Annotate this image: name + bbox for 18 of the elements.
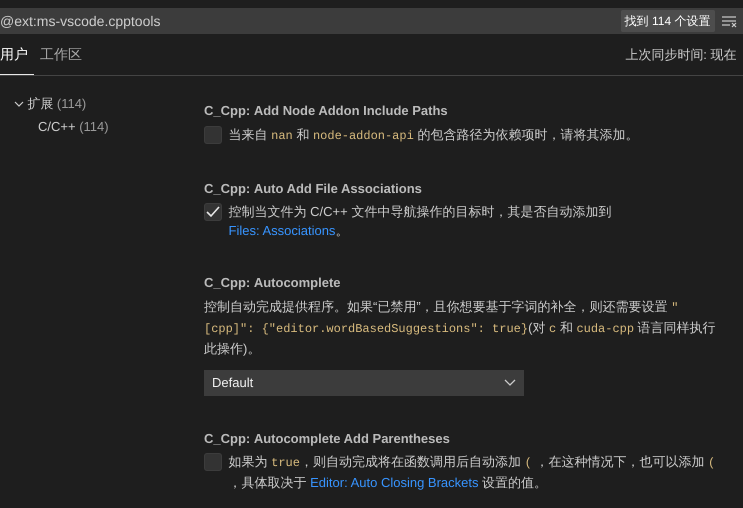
setting-link[interactable]: Editor: Auto Closing Brackets <box>310 475 478 490</box>
settings-tab[interactable]: 工作区 <box>34 34 88 75</box>
dropdown[interactable]: Default <box>204 370 524 396</box>
tree-item[interactable]: C/C++ (114) <box>14 116 204 136</box>
sync-status: 上次同步时间: 现在 <box>625 46 738 64</box>
search-field[interactable]: @ext:ms-vscode.cpptools 找到 114 个设置 <box>0 8 743 34</box>
setting-title: C_Cpp: Autocomplete Add Parentheses <box>204 430 451 448</box>
setting-link[interactable]: Files: Associations <box>228 223 336 238</box>
setting-title: C_Cpp: Add Node Addon Include Paths <box>204 102 449 120</box>
setting-description: 控制当文件为 C/C++ 文件中导航操作的目标时，其是否自动添加到 Files: Associations。 <box>228 203 612 240</box>
tree-item[interactable]: 扩展 (114) <box>14 94 204 114</box>
setting-title: C_Cpp: Auto Add File Associations <box>204 180 423 198</box>
setting-title: C_Cpp: Autocomplete <box>204 274 342 292</box>
setting-description: 控制自动完成提供程序。如果“已禁用”，且你想要基于字词的补全，则还需要设置 "[cpp]": {"editor.wordBasedSuggestions": true}(对 c 和 cuda-cpp 语言同样执行此操作)。 <box>204 298 717 358</box>
result-count: 找到 114 个设置 <box>620 10 714 32</box>
setting-description: 当来自 nan 和 node-addon-api 的包含路径为依赖项时，请将其添加。 <box>228 126 640 144</box>
setting-description: 如果为 true，则自动完成将在函数调用后自动添加 ( ，在这种情况下，也可以添加 ( ，具体取决于 Editor: Auto Closing Brackets 设置的值。 <box>228 453 716 492</box>
settings-tab[interactable]: 用户 <box>0 34 34 75</box>
